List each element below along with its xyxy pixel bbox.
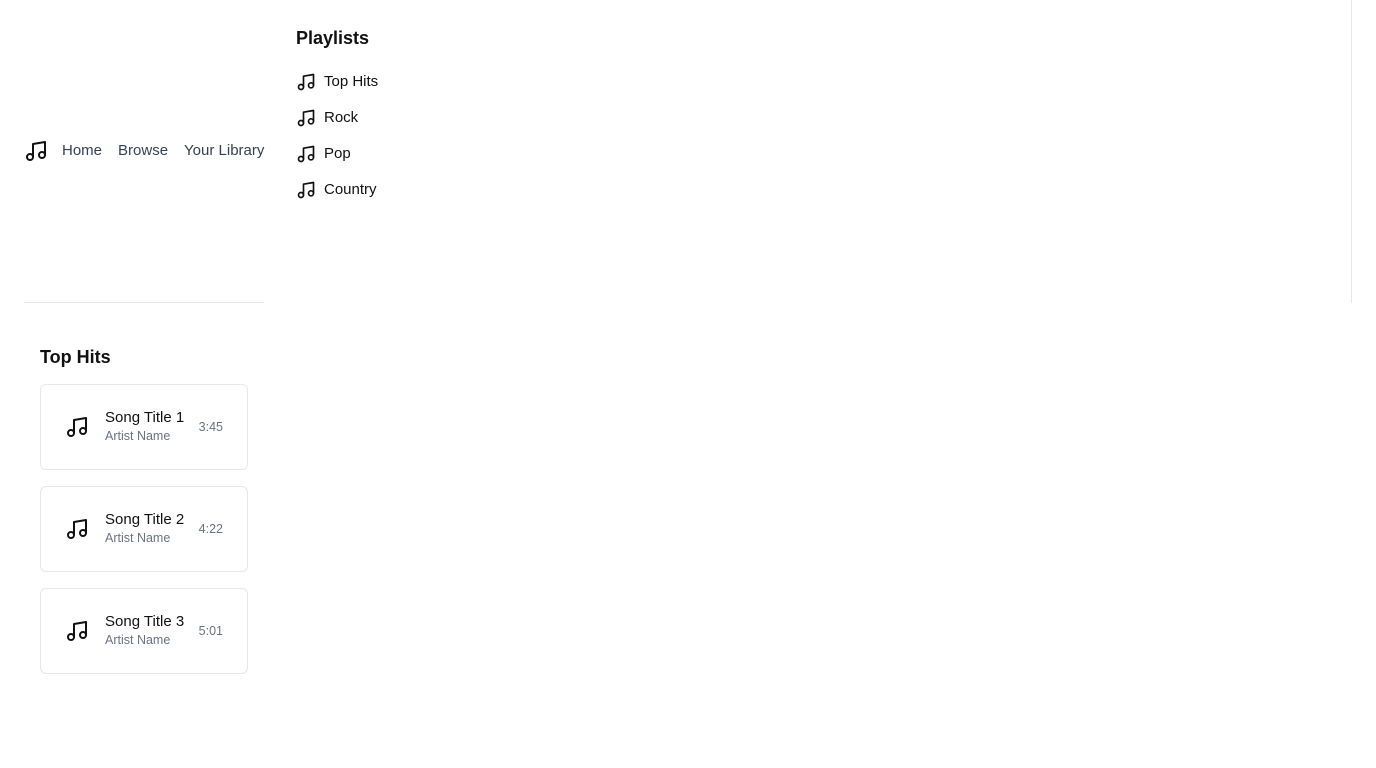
song-meta: Song Title 3 Artist Name <box>105 613 191 649</box>
song-title: Song Title 2 <box>105 511 185 528</box>
playlist-item-label: Rock <box>324 109 359 126</box>
playlist-item-top-hits[interactable]: Top Hits <box>296 68 378 96</box>
playlist-item-pop[interactable]: Pop <box>296 140 378 168</box>
music-note-icon[interactable] <box>24 139 48 163</box>
music-note-icon <box>296 72 316 92</box>
nav-link-browse[interactable]: Browse <box>118 138 168 164</box>
song-duration: 5:01 <box>198 624 223 638</box>
song-title: Song Title 1 <box>105 409 185 426</box>
top-hits-section: Top Hits Song Title 1 Artist Name 3:45 S… <box>40 344 248 690</box>
music-note-icon <box>65 517 89 541</box>
playlists-heading: Playlists <box>296 28 370 48</box>
music-note-icon <box>296 108 316 128</box>
nav-link-your-library[interactable]: Your Library <box>184 138 264 164</box>
top-nav: Home Browse Your Library <box>24 138 264 164</box>
playlist-item-label: Country <box>324 181 377 198</box>
song-card[interactable]: Song Title 1 Artist Name 3:45 <box>40 384 248 470</box>
song-duration: 3:45 <box>198 420 223 434</box>
nav-link-home[interactable]: Home <box>62 138 102 164</box>
playlist-list: Top Hits Rock Pop Country <box>296 68 378 204</box>
song-artist: Artist Name <box>105 429 171 443</box>
song-meta: Song Title 2 Artist Name <box>105 511 191 547</box>
playlist-item-rock[interactable]: Rock <box>296 104 378 132</box>
song-duration: 4:22 <box>198 522 223 536</box>
right-divider <box>1351 0 1352 303</box>
song-card[interactable]: Song Title 2 Artist Name 4:22 <box>40 486 248 572</box>
song-title: Song Title 3 <box>105 613 185 630</box>
song-meta: Song Title 1 Artist Name <box>105 409 191 445</box>
song-artist: Artist Name <box>105 531 171 545</box>
music-note-icon <box>296 180 316 200</box>
music-note-icon <box>296 144 316 164</box>
playlist-item-country[interactable]: Country <box>296 176 378 204</box>
music-note-icon <box>65 619 89 643</box>
app-root: Home Browse Your Library Playlists Top H… <box>0 0 1376 768</box>
music-note-icon <box>65 415 89 439</box>
top-hits-heading: Top Hits <box>40 347 111 367</box>
playlists-panel: Playlists Top Hits Rock Pop Country <box>296 24 378 212</box>
song-artist: Artist Name <box>105 633 171 647</box>
nav-divider <box>24 302 264 303</box>
playlist-item-label: Top Hits <box>324 73 379 90</box>
song-card[interactable]: Song Title 3 Artist Name 5:01 <box>40 588 248 674</box>
playlist-item-label: Pop <box>324 145 351 162</box>
